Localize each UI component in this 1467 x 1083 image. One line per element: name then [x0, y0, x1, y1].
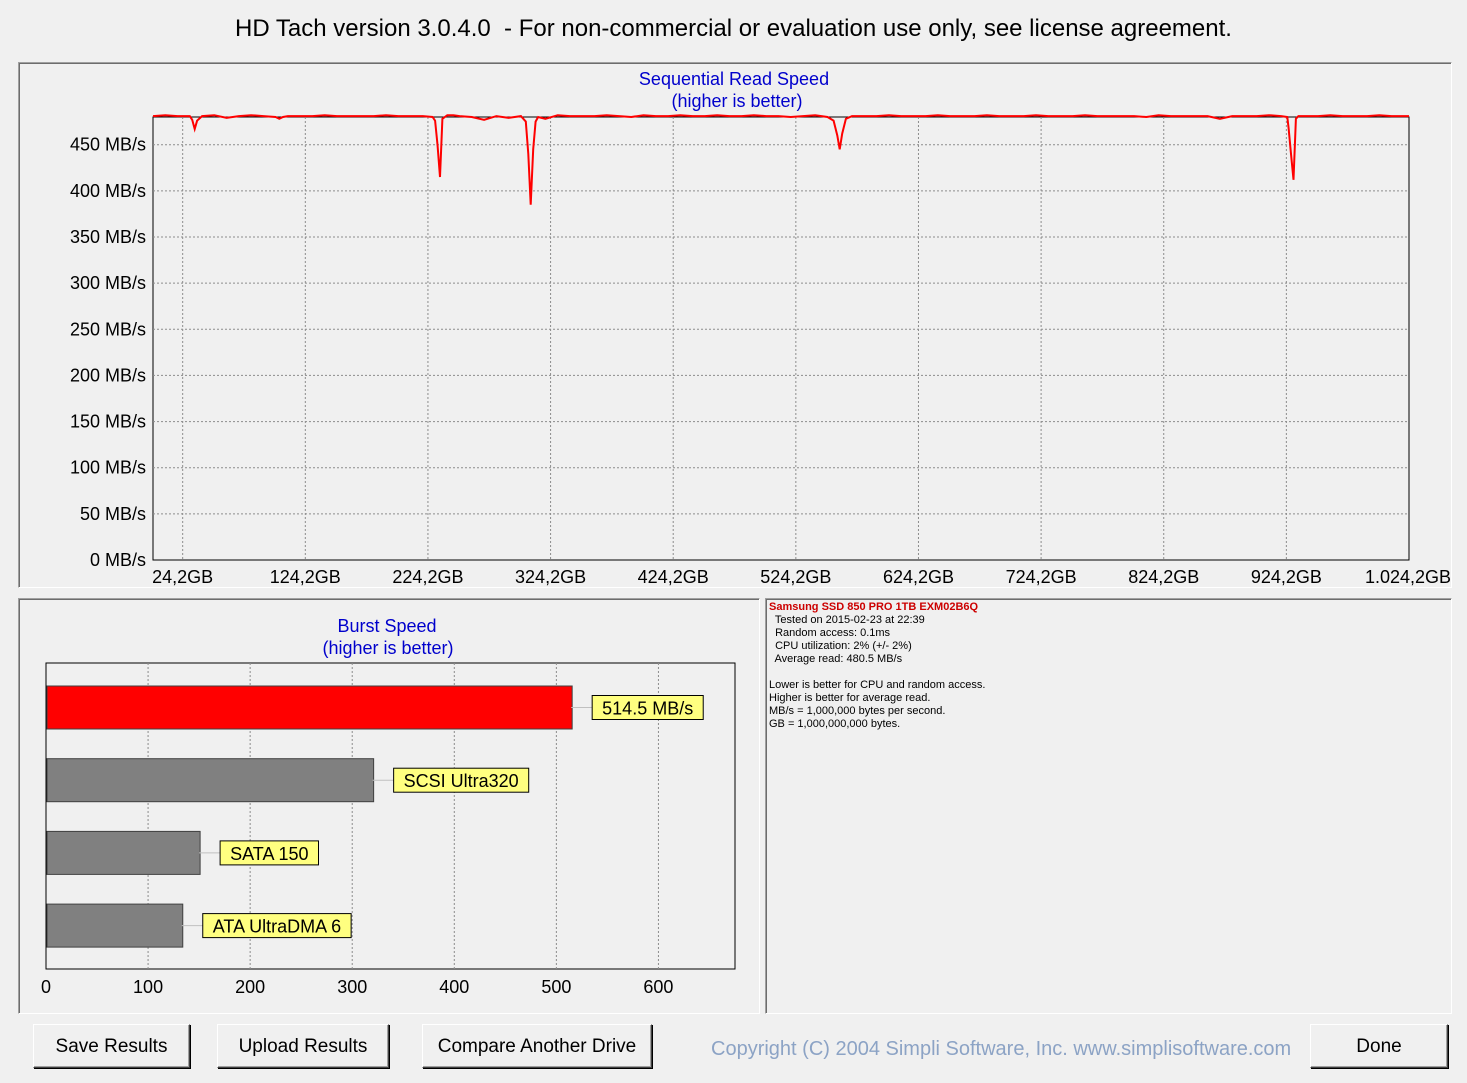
- seq-y-tick-label: 450 MB/s: [70, 135, 146, 155]
- burst-x-tick-label: 200: [235, 977, 265, 997]
- drive-name: Samsung SSD 850 PRO 1TB EXM02B6Q: [769, 601, 979, 613]
- burst-bar: [46, 830, 201, 875]
- info-line: GB = 1,000,000,000 bytes.: [769, 718, 901, 730]
- seq-y-tick-label: 300 MB/s: [70, 273, 146, 293]
- title-bar: HD Tach version 3.0.4.0 - For non-commer…: [0, 0, 1467, 60]
- copyright-text: Copyright (C) 2004 Simpli Software, Inc.…: [711, 1038, 1292, 1060]
- seq-y-tick-label: 250 MB/s: [70, 319, 146, 339]
- sequential-read-panel: Sequential Read Speed (higher is better)…: [18, 62, 1452, 588]
- burst-speed-chart: Burst Speed (higher is better) 514.5 MB/…: [41, 616, 736, 997]
- seq-x-tick-label: 624,2GB: [883, 567, 954, 587]
- burst-x-tick-label: 0: [41, 977, 51, 997]
- seq-x-tick-label: 724,2GB: [1006, 567, 1077, 587]
- seq-y-tick-label: 50 MB/s: [80, 504, 146, 524]
- burst-speed-panel: Burst Speed (higher is better) 514.5 MB/…: [18, 598, 760, 1014]
- burst-x-tick-label: 100: [133, 977, 163, 997]
- info-line: Random access: 0.1ms: [769, 627, 891, 639]
- seq-x-tick-label: 24,2GB: [152, 567, 213, 587]
- info-line: MB/s = 1,000,000 bytes per second.: [769, 705, 946, 717]
- burst-chart-subtitle: (higher is better): [322, 638, 453, 658]
- info-line: CPU utilization: 2% (+/- 2%): [769, 640, 912, 652]
- done-button[interactable]: Done: [1310, 1024, 1448, 1068]
- seq-x-tick-label: 124,2GB: [270, 567, 341, 587]
- seq-x-tick-label: 324,2GB: [515, 567, 586, 587]
- burst-x-tick-label: 500: [541, 977, 571, 997]
- burst-x-tick-label: 400: [439, 977, 469, 997]
- seq-x-tick-label: 224,2GB: [392, 567, 463, 587]
- burst-bar: [46, 685, 573, 730]
- seq-y-tick-label: 100 MB/s: [70, 458, 146, 478]
- info-line: Higher is better for average read.: [769, 692, 931, 704]
- burst-chart-title: Burst Speed: [337, 616, 436, 636]
- seq-x-tick-label: 1.024,2GB: [1365, 567, 1451, 587]
- burst-x-tick-label: 600: [643, 977, 673, 997]
- save-results-button[interactable]: Save Results: [33, 1024, 190, 1068]
- drive-info-panel: Samsung SSD 850 PRO 1TB EXM02B6Q Tested …: [765, 598, 1452, 1014]
- burst-bar-label: SATA 150: [230, 844, 308, 864]
- burst-x-tick-label: 300: [337, 977, 367, 997]
- window-title: HD Tach version 3.0.4.0 - For non-commer…: [235, 15, 1232, 42]
- compare-another-drive-button[interactable]: Compare Another Drive: [422, 1024, 652, 1068]
- info-line: Lower is better for CPU and random acces…: [769, 679, 986, 691]
- burst-bar-label: 514.5 MB/s: [602, 699, 693, 719]
- info-line: Average read: 480.5 MB/s: [769, 653, 903, 665]
- seq-x-tick-label: 424,2GB: [638, 567, 709, 587]
- info-line: Tested on 2015-02-23 at 22:39: [769, 614, 925, 626]
- seq-y-tick-label: 400 MB/s: [70, 181, 146, 201]
- burst-bar-label: SCSI Ultra320: [404, 771, 519, 791]
- sequential-read-chart: Sequential Read Speed (higher is better)…: [70, 69, 1451, 587]
- seq-y-tick-label: 150 MB/s: [70, 412, 146, 432]
- sequential-chart-title: Sequential Read Speed: [639, 69, 829, 89]
- burst-bar: [46, 758, 375, 803]
- seq-plot-area: [152, 116, 1410, 561]
- seq-x-tick-label: 924,2GB: [1251, 567, 1322, 587]
- seq-y-tick-label: 0 MB/s: [90, 550, 146, 570]
- seq-x-tick-label: 824,2GB: [1128, 567, 1199, 587]
- burst-bar: [46, 903, 184, 948]
- seq-x-tick-label: 524,2GB: [760, 567, 831, 587]
- seq-y-tick-label: 200 MB/s: [70, 365, 146, 385]
- seq-y-tick-label: 350 MB/s: [70, 227, 146, 247]
- upload-results-button[interactable]: Upload Results: [217, 1024, 389, 1068]
- sequential-chart-subtitle: (higher is better): [671, 91, 802, 111]
- burst-bar-label: ATA UltraDMA 6: [213, 917, 341, 937]
